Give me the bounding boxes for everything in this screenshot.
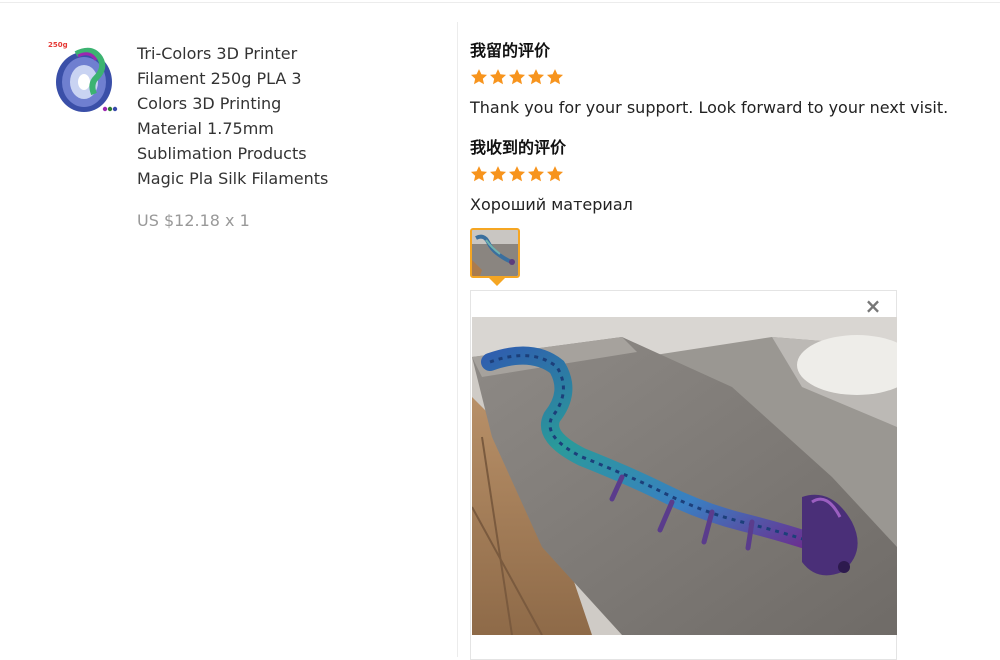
product-panel: 250g Tri-Colors 3D Printer Filament 250g… <box>0 0 457 657</box>
product-title[interactable]: Tri-Colors 3D Printer Filament 250g PLA … <box>137 41 427 191</box>
product-thumbnail[interactable]: 250g <box>46 38 122 116</box>
star-icon <box>489 69 507 85</box>
star-icon <box>546 166 564 182</box>
star-icon <box>527 69 545 85</box>
product-title-line: Tri-Colors 3D Printer <box>137 44 298 63</box>
star-icon <box>508 69 526 85</box>
star-icon <box>470 166 488 182</box>
product-title-line: Colors 3D Printing <box>137 94 282 113</box>
reviews-panel: 我留的评价 Thank you for your support. Look f… <box>470 0 990 660</box>
received-review-rating <box>470 165 564 183</box>
product-title-line: Magic Pla Silk Filaments <box>137 169 329 188</box>
close-icon[interactable]: × <box>864 296 882 316</box>
star-icon <box>527 166 545 182</box>
my-review-text: Thank you for your support. Look forward… <box>470 98 949 117</box>
column-divider <box>457 22 458 657</box>
thumbnail-pointer <box>489 278 505 286</box>
star-icon <box>470 69 488 85</box>
product-price: US $12.18 x 1 <box>137 211 250 230</box>
received-review-heading: 我收到的评价 <box>470 138 567 157</box>
photo-thumbnail-icon <box>472 230 518 276</box>
filament-spool-image: 250g <box>48 41 118 112</box>
star-icon <box>489 166 507 182</box>
product-title-line: Filament 250g PLA 3 <box>137 69 302 88</box>
photo-preview: × <box>470 290 897 660</box>
received-review-text: Хороший материал <box>470 195 633 214</box>
my-review-heading: 我留的评价 <box>470 41 551 60</box>
product-title-line: Sublimation Products <box>137 144 307 163</box>
thumb-badge: 250g <box>48 41 68 49</box>
review-photo <box>472 317 897 635</box>
star-icon <box>546 69 564 85</box>
my-review-rating <box>470 68 564 86</box>
review-photo-thumbnail[interactable] <box>470 228 520 278</box>
product-title-line: Material 1.75mm <box>137 119 274 138</box>
star-icon <box>508 166 526 182</box>
